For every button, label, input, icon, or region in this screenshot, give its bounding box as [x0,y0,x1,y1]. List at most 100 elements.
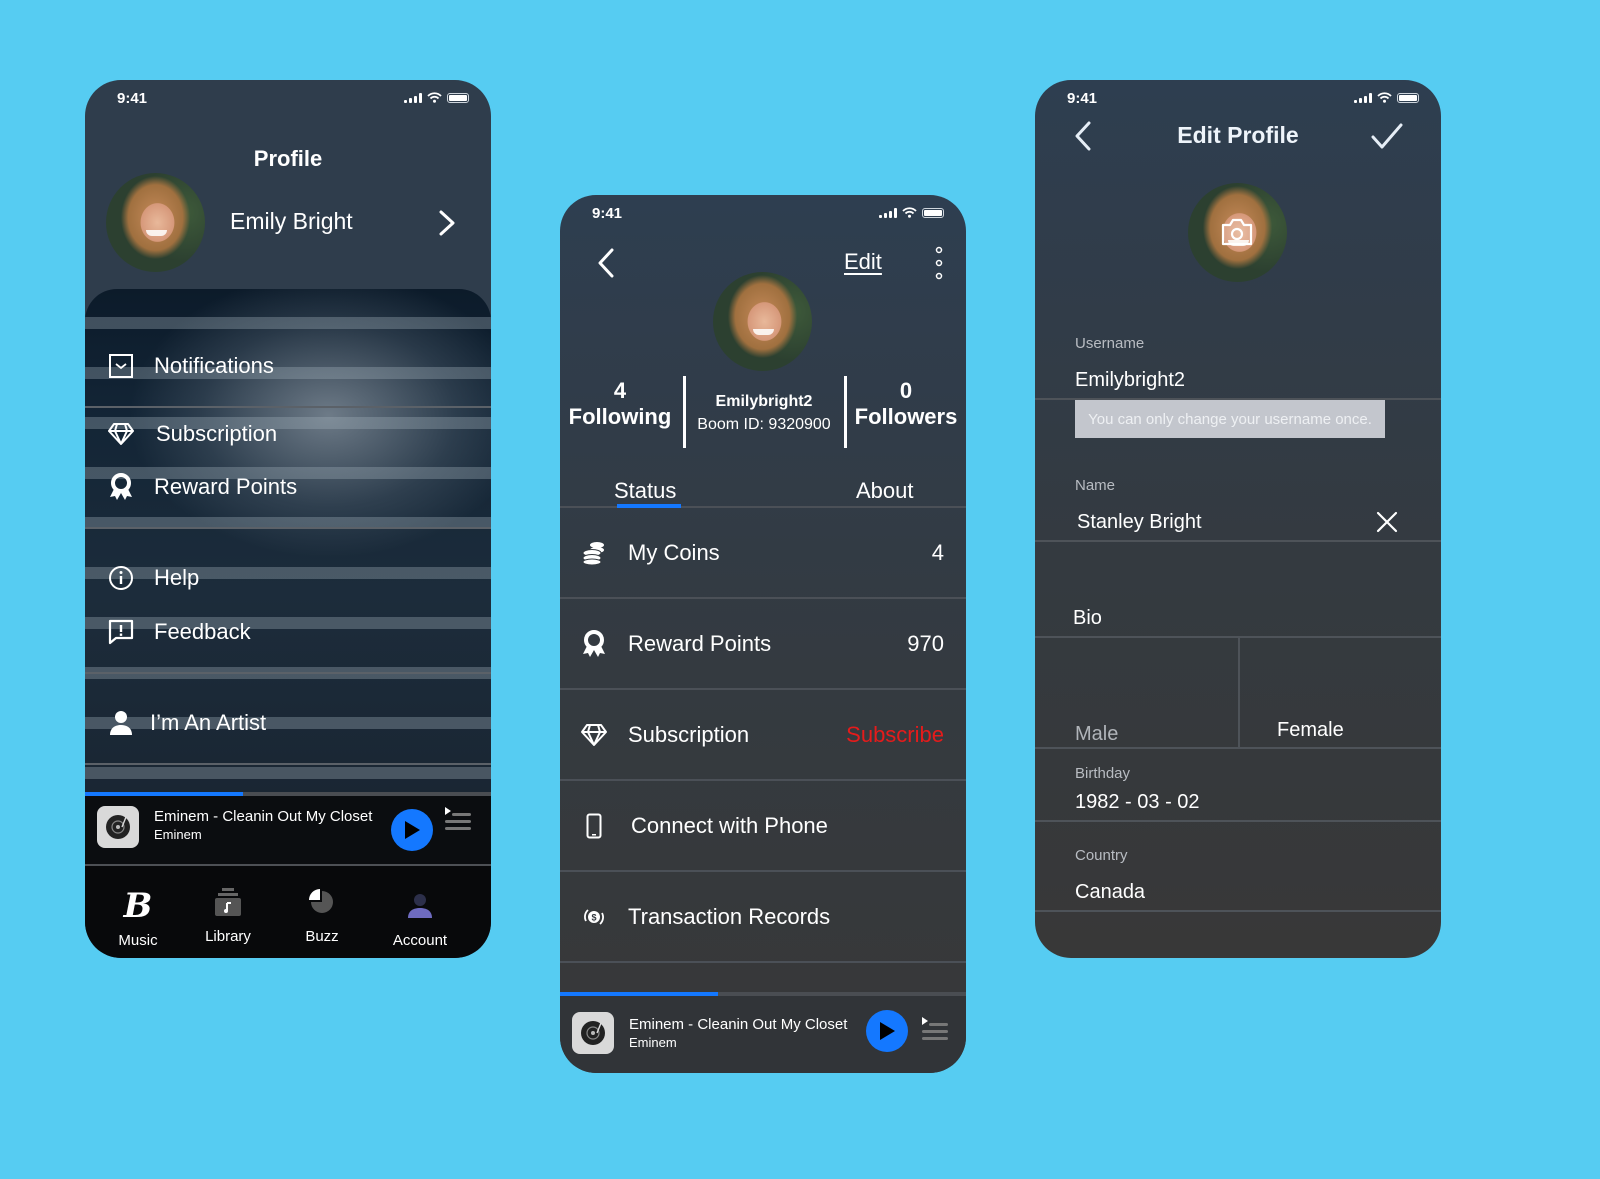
edit-button[interactable]: Edit [844,249,882,275]
account-screen: 9:41 Edit 4 Following Emilybright2 Boom … [560,195,966,1073]
menu-item-feedback[interactable]: Feedback [85,617,491,647]
row-transaction-records[interactable]: $ Transaction Records [560,872,966,963]
settings-menu: Notifications Subscription Reward Points… [85,289,491,795]
menu-item-label: I’m An Artist [150,710,267,735]
tab-about[interactable]: About [856,478,914,504]
camera-icon[interactable] [1220,217,1254,247]
profile-screen: 9:41 Profile Emily Bright Notifications … [85,80,491,958]
coins-value: 4 [931,539,944,565]
menu-item-label: Feedback [154,619,251,644]
following-stat[interactable]: 4 Following [568,378,672,430]
row-connect-phone[interactable]: Connect with Phone [560,781,966,872]
playback-progress[interactable] [560,992,966,996]
name-field[interactable]: Stanley Bright [1077,511,1202,534]
page-title: Profile [253,146,323,171]
nav-item-music[interactable]: B Music [98,866,178,949]
play-icon [880,1022,895,1040]
gender-option-male[interactable]: Male [1075,723,1118,746]
nav-item-buzz[interactable]: Buzz [282,862,362,945]
battery-icon [1397,92,1419,103]
wifi-icon [1377,92,1392,103]
nav-label: Buzz [305,928,339,945]
track-title: Eminem - Cleanin Out My Closet [154,808,373,825]
menu-item-label: Notifications [154,353,274,378]
menu-item-artist[interactable]: I’m An Artist [85,708,491,738]
wifi-icon [427,92,442,103]
clear-icon[interactable] [1375,510,1399,534]
menu-item-reward-points[interactable]: Reward Points [85,472,491,502]
row-my-coins[interactable]: My Coins 4 [560,508,966,599]
signal-icon [404,92,422,103]
country-label: Country [1075,847,1128,864]
menu-item-help[interactable]: Help [85,563,491,593]
subscribe-link[interactable]: Subscribe [846,722,944,748]
nav-item-account[interactable]: Account [380,866,460,949]
row-label: My Coins [628,539,720,565]
status-bar: 9:41 [85,80,491,116]
avatar[interactable] [106,173,205,272]
following-label: Following [568,404,672,429]
coins-icon [580,541,608,565]
track-artist: Eminem [154,827,202,842]
queue-icon[interactable] [444,806,472,834]
row-reward-points[interactable]: Reward Points 970 [560,599,966,690]
account-icon [380,886,460,926]
tab-status[interactable]: Status [614,478,676,504]
user-name[interactable]: Emily Bright [230,208,353,235]
transaction-icon: $ [580,907,608,927]
diamond-icon [580,723,608,747]
country-field[interactable]: Canada [1075,881,1145,904]
status-time: 9:41 [117,90,148,107]
play-button[interactable] [391,809,433,851]
edit-profile-screen: 9:41 Edit Profile Username Emilybright2 … [1035,80,1441,958]
menu-item-subscription[interactable]: Subscription [85,419,491,449]
chevron-right-icon[interactable] [435,208,459,238]
playback-progress[interactable] [85,792,491,796]
menu-item-label: Help [154,565,200,590]
mini-player[interactable]: Eminem - Cleanin Out My Closet Eminem [85,792,491,868]
status-time: 9:41 [592,205,623,222]
turntable-icon [572,1012,614,1054]
bio-field[interactable]: Bio [1073,607,1102,630]
status-bar: 9:41 [1035,80,1441,116]
user-identity: Emilybright2 Boom ID: 9320900 [686,390,842,436]
divider [1035,910,1441,912]
status-time: 9:41 [1067,90,1098,107]
reward-points-value: 970 [907,630,944,656]
phone-icon [580,813,608,839]
nav-label: Account [392,932,448,949]
row-subscription[interactable]: Subscription Subscribe [560,690,966,781]
nav-label: Library [205,928,251,945]
gender-option-female[interactable]: Female [1277,719,1344,742]
followers-stat[interactable]: 0 Followers [854,378,958,430]
nav-item-library[interactable]: Library [188,862,268,945]
divider [1035,820,1441,822]
divider [1035,747,1441,749]
divider [85,763,491,765]
username: Emilybright2 [715,393,813,410]
username-hint: You can only change your username once. [1075,400,1385,438]
divider [85,406,491,408]
mini-player[interactable]: Eminem - Cleanin Out My Closet Eminem [560,992,966,1073]
track-artist: Eminem [629,1035,677,1050]
wifi-icon [902,207,917,218]
more-options-icon[interactable] [934,245,944,281]
username-field[interactable]: Emilybright2 [1075,369,1185,392]
queue-icon[interactable] [921,1016,949,1044]
mail-icon [106,351,136,381]
menu-item-label: Subscription [156,421,278,446]
play-button[interactable] [866,1010,908,1052]
save-check-icon[interactable] [1371,122,1403,150]
turntable-icon [97,806,139,848]
status-bar: 9:41 [560,195,966,231]
following-count: 4 [613,378,627,403]
menu-item-notifications[interactable]: Notifications [85,351,491,381]
name-label: Name [1075,477,1116,494]
signal-icon [1354,92,1372,103]
birthday-field[interactable]: 1982 - 03 - 02 [1075,791,1200,814]
battery-icon [922,207,944,218]
row-label: Transaction Records [628,903,831,929]
divider [1035,540,1441,542]
back-icon[interactable] [596,247,616,279]
divider [85,672,491,674]
